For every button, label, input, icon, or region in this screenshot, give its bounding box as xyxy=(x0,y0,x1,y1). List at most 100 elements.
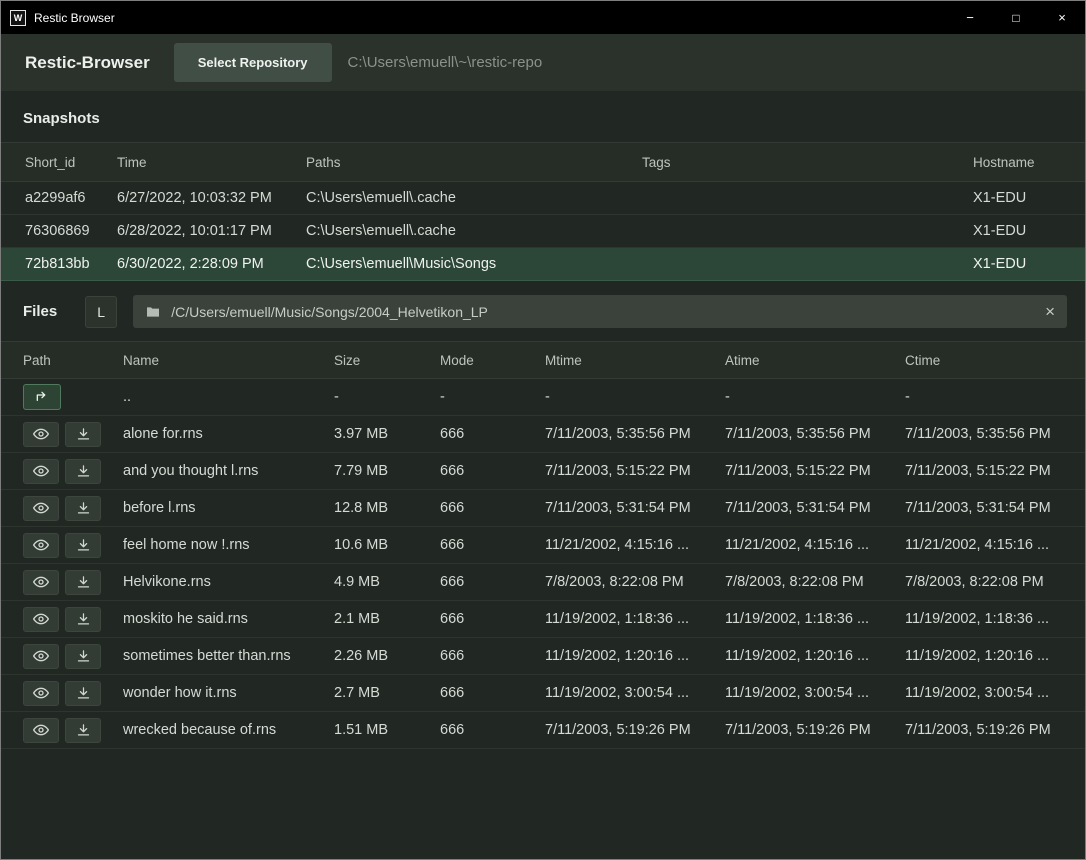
file-name[interactable]: wrecked because of.rns xyxy=(123,722,334,738)
preview-file-button[interactable] xyxy=(23,570,59,595)
file-row: wonder how it.rns 2.7 MB 666 11/19/2002,… xyxy=(1,675,1085,712)
file-ctime: 11/19/2002, 1:20:16 ... xyxy=(905,648,1085,664)
snapshots-table-header: Short_id Time Paths Tags Hostname xyxy=(1,142,1085,182)
file-name[interactable]: before l.rns xyxy=(123,500,334,516)
file-row: wrecked because of.rns 1.51 MB 666 7/11/… xyxy=(1,712,1085,749)
parent-directory-row: .. - - - - - xyxy=(1,379,1085,416)
file-ctime: 7/11/2003, 5:35:56 PM xyxy=(905,426,1085,442)
file-row: sometimes better than.rns 2.26 MB 666 11… xyxy=(1,638,1085,675)
snapshot-paths: C:\Users\emuell\.cache xyxy=(306,190,642,206)
preview-file-button[interactable] xyxy=(23,496,59,521)
download-icon xyxy=(76,538,91,553)
download-icon xyxy=(76,427,91,442)
snapshot-hostname: X1-EDU xyxy=(973,256,1085,272)
clear-path-button[interactable]: × xyxy=(1045,303,1055,320)
preview-file-button[interactable] xyxy=(23,644,59,669)
download-file-button[interactable] xyxy=(65,533,101,558)
file-name[interactable]: alone for.rns xyxy=(123,426,334,442)
select-repository-button[interactable]: Select Repository xyxy=(174,43,332,82)
download-file-button[interactable] xyxy=(65,422,101,447)
file-mtime: 11/19/2002, 1:18:36 ... xyxy=(545,611,725,627)
snapshot-row[interactable]: a2299af6 6/27/2022, 10:03:32 PM C:\Users… xyxy=(1,182,1085,215)
title-bar: W Restic Browser − □ × xyxy=(1,1,1085,34)
file-row: Helvikone.rns 4.9 MB 666 7/8/2003, 8:22:… xyxy=(1,564,1085,601)
download-icon xyxy=(76,649,91,664)
file-atime: 11/21/2002, 4:15:16 ... xyxy=(725,537,905,553)
file-name[interactable]: and you thought l.rns xyxy=(123,463,334,479)
file-ctime: - xyxy=(905,389,1085,405)
snapshot-short-id: a2299af6 xyxy=(25,190,117,206)
file-name[interactable]: moskito he said.rns xyxy=(123,611,334,627)
eye-icon xyxy=(33,611,49,627)
file-ctime: 11/19/2002, 3:00:54 ... xyxy=(905,685,1085,701)
file-name[interactable]: wonder how it.rns xyxy=(123,685,334,701)
window-title: Restic Browser xyxy=(34,11,115,25)
file-size: 3.97 MB xyxy=(334,426,440,442)
file-mode: 666 xyxy=(440,685,545,701)
preview-file-button[interactable] xyxy=(23,422,59,447)
file-atime: 7/11/2003, 5:31:54 PM xyxy=(725,500,905,516)
snapshot-time: 6/28/2022, 10:01:17 PM xyxy=(117,223,306,239)
file-ctime: 7/8/2003, 8:22:08 PM xyxy=(905,574,1085,590)
maximize-button[interactable]: □ xyxy=(993,1,1039,34)
file-row: feel home now !.rns 10.6 MB 666 11/21/20… xyxy=(1,527,1085,564)
files-table-body: .. - - - - - alone for.rns 3.97 MB 666 7… xyxy=(1,379,1085,749)
download-file-button[interactable] xyxy=(65,459,101,484)
file-atime: 11/19/2002, 1:18:36 ... xyxy=(725,611,905,627)
preview-file-button[interactable] xyxy=(23,681,59,706)
column-header-paths: Paths xyxy=(306,155,642,170)
minimize-button[interactable]: − xyxy=(947,1,993,34)
file-mtime: 7/8/2003, 8:22:08 PM xyxy=(545,574,725,590)
snapshots-table-body: a2299af6 6/27/2022, 10:03:32 PM C:\Users… xyxy=(1,182,1085,281)
download-file-button[interactable] xyxy=(65,496,101,521)
file-ctime: 7/11/2003, 5:15:22 PM xyxy=(905,463,1085,479)
download-file-button[interactable] xyxy=(65,607,101,632)
file-atime: 7/11/2003, 5:15:22 PM xyxy=(725,463,905,479)
snapshot-row[interactable]: 72b813bb 6/30/2022, 2:28:09 PM C:\Users\… xyxy=(1,248,1085,281)
file-row: and you thought l.rns 7.79 MB 666 7/11/2… xyxy=(1,453,1085,490)
download-icon xyxy=(76,464,91,479)
file-row: before l.rns 12.8 MB 666 7/11/2003, 5:31… xyxy=(1,490,1085,527)
file-atime: 11/19/2002, 1:20:16 ... xyxy=(725,648,905,664)
download-icon xyxy=(76,612,91,627)
file-name[interactable]: .. xyxy=(123,389,334,405)
file-name[interactable]: feel home now !.rns xyxy=(123,537,334,553)
download-file-button[interactable] xyxy=(65,644,101,669)
snapshot-paths: C:\Users\emuell\Music\Songs xyxy=(306,256,642,272)
file-row: moskito he said.rns 2.1 MB 666 11/19/200… xyxy=(1,601,1085,638)
file-ctime: 11/21/2002, 4:15:16 ... xyxy=(905,537,1085,553)
download-file-button[interactable] xyxy=(65,681,101,706)
tree-view-toggle-button[interactable]: L xyxy=(85,296,117,328)
preview-file-button[interactable] xyxy=(23,533,59,558)
column-header-short-id: Short_id xyxy=(25,155,117,170)
file-mtime: 7/11/2003, 5:35:56 PM xyxy=(545,426,725,442)
column-header-atime: Atime xyxy=(725,353,905,368)
close-window-button[interactable]: × xyxy=(1039,1,1085,34)
column-header-ctime: Ctime xyxy=(905,353,1085,368)
file-name[interactable]: sometimes better than.rns xyxy=(123,648,334,664)
file-path-bar[interactable]: /C/Users/emuell/Music/Songs/2004_Helveti… xyxy=(133,295,1067,328)
file-row: alone for.rns 3.97 MB 666 7/11/2003, 5:3… xyxy=(1,416,1085,453)
preview-file-button[interactable] xyxy=(23,718,59,743)
snapshot-row[interactable]: 76306869 6/28/2022, 10:01:17 PM C:\Users… xyxy=(1,215,1085,248)
file-mtime: 7/11/2003, 5:19:26 PM xyxy=(545,722,725,738)
file-atime: 7/8/2003, 8:22:08 PM xyxy=(725,574,905,590)
snapshot-short-id: 76306869 xyxy=(25,223,117,239)
file-mode: 666 xyxy=(440,463,545,479)
column-header-mode: Mode xyxy=(440,353,545,368)
download-file-button[interactable] xyxy=(65,570,101,595)
preview-file-button[interactable] xyxy=(23,607,59,632)
file-size: 7.79 MB xyxy=(334,463,440,479)
preview-file-button[interactable] xyxy=(23,459,59,484)
file-mode: 666 xyxy=(440,611,545,627)
eye-icon xyxy=(33,537,49,553)
eye-icon xyxy=(33,574,49,590)
file-name[interactable]: Helvikone.rns xyxy=(123,574,334,590)
app-header: Restic-Browser Select Repository C:\User… xyxy=(1,34,1085,91)
download-file-button[interactable] xyxy=(65,718,101,743)
go-up-directory-button[interactable] xyxy=(23,384,61,410)
folder-icon xyxy=(145,304,161,320)
app-logo-icon: W xyxy=(10,10,26,26)
file-size: 2.7 MB xyxy=(334,685,440,701)
file-size: 12.8 MB xyxy=(334,500,440,516)
